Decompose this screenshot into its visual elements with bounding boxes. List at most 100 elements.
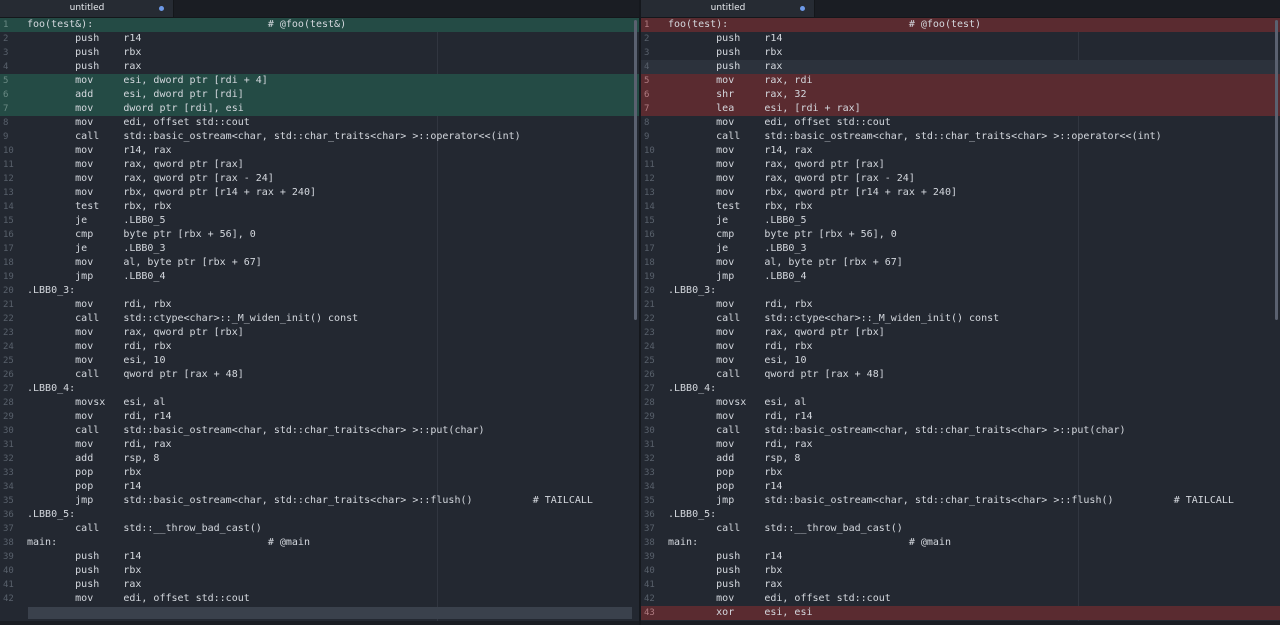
line-text[interactable]: call std::__throw_bad_cast(): [27, 522, 262, 536]
line-text[interactable]: pop rbx: [27, 466, 141, 480]
line-text[interactable]: je .LBB0_5: [668, 214, 806, 228]
line-text[interactable]: .LBB0_4:: [668, 382, 716, 396]
line-text[interactable]: mov rdi, rbx: [27, 298, 171, 312]
code-line[interactable]: 39 push r14: [0, 550, 639, 564]
line-text[interactable]: mov edi, offset std::cout: [27, 592, 250, 606]
line-text[interactable]: push r14: [668, 32, 782, 46]
left-tab-untitled[interactable]: untitled: [0, 0, 174, 17]
line-text[interactable]: mov r14, rax: [668, 144, 812, 158]
line-text[interactable]: jmp std::basic_ostream<char, std::char_t…: [668, 494, 1234, 508]
code-line[interactable]: 14 test rbx, rbx: [0, 200, 639, 214]
line-text[interactable]: mov rbx, qword ptr [r14 + rax + 240]: [668, 186, 957, 200]
code-line[interactable]: 25 mov esi, 10: [0, 354, 639, 368]
code-line[interactable]: 8 mov edi, offset std::cout: [641, 116, 1280, 130]
line-text[interactable]: mov rax, qword ptr [rax - 24]: [27, 172, 274, 186]
line-text[interactable]: mov rdi, r14: [668, 410, 812, 424]
line-text[interactable]: cmp byte ptr [rbx + 56], 0: [27, 228, 256, 242]
code-line[interactable]: 32 add rsp, 8: [0, 452, 639, 466]
line-text[interactable]: mov rdi, r14: [27, 410, 171, 424]
line-text[interactable]: mov al, byte ptr [rbx + 67]: [668, 256, 903, 270]
code-line[interactable]: 39 push r14: [641, 550, 1280, 564]
code-line[interactable]: 15 je .LBB0_5: [641, 214, 1280, 228]
code-line[interactable]: 19 jmp .LBB0_4: [0, 270, 639, 284]
right-vertical-scrollbar[interactable]: [1275, 20, 1278, 320]
line-text[interactable]: mov rax, qword ptr [rax]: [27, 158, 244, 172]
line-text[interactable]: pop r14: [27, 480, 141, 494]
code-line[interactable]: 41 push rax: [0, 578, 639, 592]
code-line[interactable]: 4 push rax: [0, 60, 639, 74]
code-line[interactable]: 41 push rax: [641, 578, 1280, 592]
line-text[interactable]: add rsp, 8: [668, 452, 800, 466]
code-line[interactable]: 2 push r14: [0, 32, 639, 46]
code-line[interactable]: 27 .LBB0_4:: [0, 382, 639, 396]
line-text[interactable]: mov edi, offset std::cout: [27, 116, 250, 130]
line-text[interactable]: mov edi, offset std::cout: [668, 116, 891, 130]
line-text[interactable]: mov esi, 10: [668, 354, 806, 368]
code-line[interactable]: 31 mov rdi, rax: [641, 438, 1280, 452]
code-line[interactable]: 23 mov rax, qword ptr [rbx]: [641, 326, 1280, 340]
code-line[interactable]: 43 xor esi, esi: [641, 606, 1280, 620]
code-line[interactable]: 29 mov rdi, r14: [641, 410, 1280, 424]
code-line[interactable]: 35 jmp std::basic_ostream<char, std::cha…: [641, 494, 1280, 508]
line-text[interactable]: pop r14: [668, 480, 782, 494]
line-text[interactable]: add rsp, 8: [27, 452, 159, 466]
code-line[interactable]: 34 pop r14: [641, 480, 1280, 494]
line-text[interactable]: push rbx: [27, 564, 141, 578]
line-text[interactable]: call std::basic_ostream<char, std::char_…: [668, 130, 1162, 144]
line-text[interactable]: mov rax, qword ptr [rbx]: [27, 326, 244, 340]
code-line[interactable]: 14 test rbx, rbx: [641, 200, 1280, 214]
line-text[interactable]: je .LBB0_3: [27, 242, 165, 256]
line-text[interactable]: jmp std::basic_ostream<char, std::char_t…: [27, 494, 593, 508]
code-line[interactable]: 34 pop r14: [0, 480, 639, 494]
code-line[interactable]: 28 movsx esi, al: [0, 396, 639, 410]
line-text[interactable]: call std::ctype<char>::_M_widen_init() c…: [27, 312, 358, 326]
line-text[interactable]: jmp .LBB0_4: [27, 270, 165, 284]
line-text[interactable]: xor esi, esi: [668, 606, 812, 620]
code-line[interactable]: 6 add esi, dword ptr [rdi]: [0, 88, 639, 102]
code-line[interactable]: 24 mov rdi, rbx: [641, 340, 1280, 354]
right-editor-pane[interactable]: untitled 1 foo(test): # @foo(test) 2 push …: [641, 0, 1280, 625]
line-text[interactable]: movsx esi, al: [668, 396, 806, 410]
line-text[interactable]: mov rax, qword ptr [rax - 24]: [668, 172, 915, 186]
line-text[interactable]: mov rdi, rbx: [27, 340, 171, 354]
line-text[interactable]: mov rdi, rax: [668, 438, 812, 452]
line-text[interactable]: .LBB0_4:: [27, 382, 75, 396]
code-line[interactable]: 32 add rsp, 8: [641, 452, 1280, 466]
code-line[interactable]: 2 push r14: [641, 32, 1280, 46]
line-text[interactable]: jmp .LBB0_4: [668, 270, 806, 284]
code-line[interactable]: 37 call std::__throw_bad_cast(): [641, 522, 1280, 536]
code-line[interactable]: 27 .LBB0_4:: [641, 382, 1280, 396]
line-text[interactable]: call std::basic_ostream<char, std::char_…: [27, 424, 484, 438]
code-line[interactable]: 38 main: # @main: [0, 536, 639, 550]
code-line[interactable]: 16 cmp byte ptr [rbx + 56], 0: [641, 228, 1280, 242]
line-text[interactable]: test rbx, rbx: [668, 200, 812, 214]
line-text[interactable]: .LBB0_3:: [27, 284, 75, 298]
code-line[interactable]: 18 mov al, byte ptr [rbx + 67]: [641, 256, 1280, 270]
code-line[interactable]: 24 mov rdi, rbx: [0, 340, 639, 354]
code-line[interactable]: 18 mov al, byte ptr [rbx + 67]: [0, 256, 639, 270]
code-line[interactable]: 3 push rbx: [641, 46, 1280, 60]
code-line[interactable]: 26 call qword ptr [rax + 48]: [0, 368, 639, 382]
code-line[interactable]: 7 lea esi, [rdi + rax]: [641, 102, 1280, 116]
code-line[interactable]: 20 .LBB0_3:: [641, 284, 1280, 298]
code-line[interactable]: 19 jmp .LBB0_4: [641, 270, 1280, 284]
code-line[interactable]: 10 mov r14, rax: [0, 144, 639, 158]
line-text[interactable]: push r14: [27, 32, 141, 46]
code-line[interactable]: 1 foo(test&): # @foo(test&): [0, 18, 639, 32]
line-text[interactable]: je .LBB0_5: [27, 214, 165, 228]
code-line[interactable]: 36 .LBB0_5:: [641, 508, 1280, 522]
code-line[interactable]: 1 foo(test): # @foo(test): [641, 18, 1280, 32]
line-text[interactable]: mov r14, rax: [27, 144, 171, 158]
code-line[interactable]: 20 .LBB0_3:: [0, 284, 639, 298]
code-line[interactable]: 5 mov esi, dword ptr [rdi + 4]: [0, 74, 639, 88]
line-text[interactable]: push rbx: [668, 564, 782, 578]
line-text[interactable]: pop rbx: [668, 466, 782, 480]
line-text[interactable]: .LBB0_5:: [668, 508, 716, 522]
line-text[interactable]: mov rdi, rbx: [668, 340, 812, 354]
code-line[interactable]: 17 je .LBB0_3: [641, 242, 1280, 256]
line-text[interactable]: call qword ptr [rax + 48]: [27, 368, 244, 382]
left-code-area[interactable]: 1 foo(test&): # @foo(test&) 2 push r14 3 pu…: [0, 18, 639, 606]
line-text[interactable]: mov rdi, rax: [27, 438, 171, 452]
line-text[interactable]: push rbx: [668, 46, 782, 60]
line-text[interactable]: foo(test): # @foo(test): [668, 18, 981, 32]
